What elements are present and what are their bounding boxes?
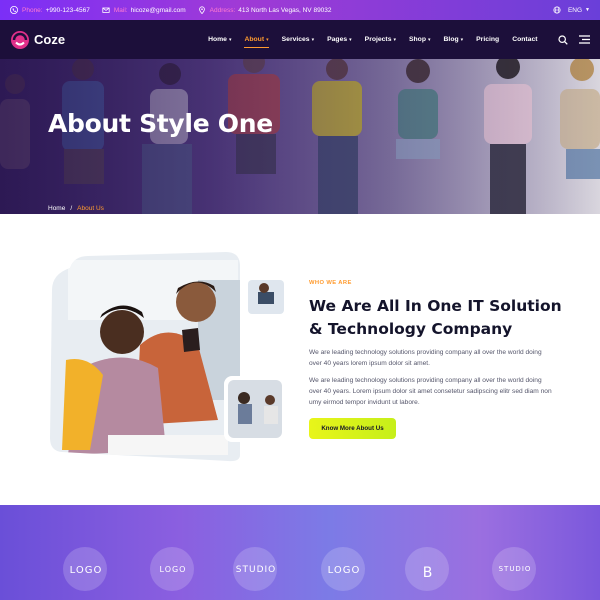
nav-item-about[interactable]: About ▾ <box>238 36 275 48</box>
partner-logo[interactable]: B <box>400 545 456 600</box>
partner-logos-band: LOGO LOGO STUDIO LOGO B STUDIO <box>0 505 600 600</box>
hamburger-menu-icon[interactable] <box>579 35 590 44</box>
partner-logo[interactable]: LOGO <box>145 545 201 600</box>
globe-icon <box>553 6 561 14</box>
partner-logo-text: LOGO <box>69 565 103 576</box>
about-paragraph-2: We are leading technology solutions prov… <box>309 377 552 406</box>
nav-item-label: Home <box>208 36 227 43</box>
page-title: About Style One <box>48 109 273 138</box>
partner-logo-text: LOGO <box>327 565 361 576</box>
partner-logo[interactable]: STUDIO <box>228 545 284 600</box>
section-title: We Are All In One IT Solution & Technolo… <box>309 297 562 338</box>
nav-item-pricing[interactable]: Pricing <box>470 36 506 43</box>
brand-logo[interactable]: Coze <box>10 30 65 50</box>
chevron-down-icon: ▾ <box>428 37 431 43</box>
know-more-button[interactable]: Know More About Us <box>309 418 396 439</box>
nav-item-label: About <box>244 36 265 43</box>
breadcrumb-home[interactable]: Home <box>48 205 65 212</box>
nav-item-label: Pages <box>327 36 348 43</box>
address-info: Address: 413 North Las Vegas, NV 89032 <box>198 6 332 14</box>
phone-number: +990-123-4567 <box>45 6 90 14</box>
partner-logo-text: B <box>422 565 434 581</box>
phone-info[interactable]: Phone: +990-123-4567 <box>10 6 90 14</box>
partner-logo[interactable]: LOGO <box>58 545 114 600</box>
address-text: 413 North Las Vegas, NV 89032 <box>238 6 332 14</box>
nav-item-blog[interactable]: Blog ▾ <box>437 36 470 43</box>
partner-logo-text: LOGO <box>159 565 187 574</box>
mail-label: Mail: <box>113 6 128 14</box>
search-icon[interactable] <box>558 34 568 45</box>
top-info-bar: Phone: +990-123-4567 Mail: hicoze@gmail.… <box>0 0 600 20</box>
address-label: Address: <box>209 6 236 14</box>
chevron-down-icon: ▾ <box>460 37 464 43</box>
coze-logo-icon <box>11 30 29 49</box>
chevron-down-icon: ▾ <box>266 37 269 43</box>
chevron-down-icon: ▾ <box>349 37 352 43</box>
nav-item-label: Contact <box>512 36 538 43</box>
phone-icon <box>10 6 18 14</box>
partner-logo-text: STUDIO <box>498 565 532 573</box>
nav-item-services[interactable]: Services ▾ <box>275 36 320 43</box>
nav-actions <box>558 34 590 45</box>
breadcrumb: Home / About Us <box>48 205 104 212</box>
section-eyebrow: WHO WE ARE <box>309 280 352 286</box>
nav-item-label: Pricing <box>476 36 500 43</box>
mail-address: hicoze@gmail.com <box>130 6 186 14</box>
partner-logo[interactable]: STUDIO <box>487 545 543 600</box>
about-paragraph-1: We are leading technology solutions prov… <box>309 349 542 367</box>
page-hero: About Style One Home / About Us <box>0 59 600 214</box>
mail-icon <box>102 7 110 13</box>
nav-item-contact[interactable]: Contact <box>506 36 544 43</box>
nav-item-pages[interactable]: Pages ▾ <box>321 36 359 43</box>
partner-logo-text: STUDIO <box>235 565 277 575</box>
chevron-down-icon: ▼ <box>585 7 590 13</box>
nav-item-label: Projects <box>364 36 392 43</box>
language-selector[interactable]: ENG ▼ <box>553 6 590 14</box>
chevron-down-icon: ▾ <box>311 37 315 43</box>
language-label: ENG <box>567 6 583 14</box>
nav-item-home[interactable]: Home ▾ <box>202 36 238 43</box>
nav-item-projects[interactable]: Projects ▾ <box>358 36 402 43</box>
nav-item-label: Shop <box>409 36 426 43</box>
about-image-collage <box>50 252 288 462</box>
chevron-down-icon: ▾ <box>393 37 396 43</box>
phone-label: Phone: <box>22 6 43 14</box>
location-pin-icon <box>198 6 205 14</box>
nav-item-label: Services <box>281 36 310 43</box>
mail-info[interactable]: Mail: hicoze@gmail.com <box>102 6 186 14</box>
chevron-down-icon: ▾ <box>228 37 232 43</box>
nav-item-label: Blog <box>443 36 459 43</box>
breadcrumb-separator: / <box>70 205 73 212</box>
brand-name: Coze <box>34 32 66 47</box>
nav-item-shop[interactable]: Shop ▾ <box>403 36 438 43</box>
partner-logo[interactable]: LOGO <box>316 545 372 600</box>
menu: Home ▾ About ▾ Services ▾ Pages ▾ Projects ▾ … <box>202 36 544 48</box>
breadcrumb-current: About Us <box>77 205 104 212</box>
main-navigation: Coze Home ▾ About ▾ Services ▾ Pages ▾ Proje… <box>0 20 600 59</box>
